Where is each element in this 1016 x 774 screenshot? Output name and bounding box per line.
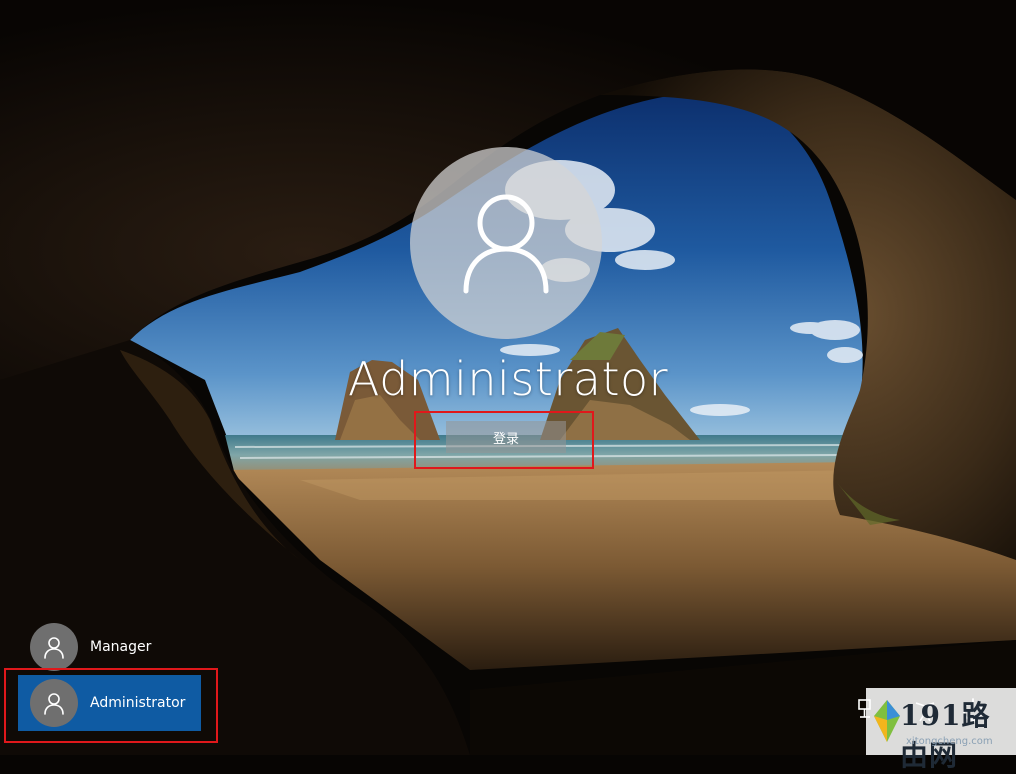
watermark-logo-icon xyxy=(874,700,900,742)
user-icon xyxy=(463,194,549,294)
user-avatar xyxy=(410,147,602,339)
user-icon xyxy=(44,693,64,715)
user-list-label: Manager xyxy=(90,639,152,655)
user-name-title: Administrator xyxy=(347,352,669,406)
watermark-url: xitongcheng.com xyxy=(906,736,993,747)
user-list-item-administrator[interactable]: Administrator xyxy=(18,675,201,731)
user-avatar-small xyxy=(30,623,78,671)
watermark-brand: 191路由网 xyxy=(900,699,991,772)
site-watermark: 191路由网 xitongcheng.com xyxy=(866,688,1016,772)
user-avatar-small xyxy=(30,679,78,727)
user-icon xyxy=(44,637,64,659)
sign-in-button[interactable]: 登录 xyxy=(446,421,566,453)
user-list-label: Administrator xyxy=(90,695,186,711)
user-list-item-manager[interactable]: Manager xyxy=(18,619,201,675)
